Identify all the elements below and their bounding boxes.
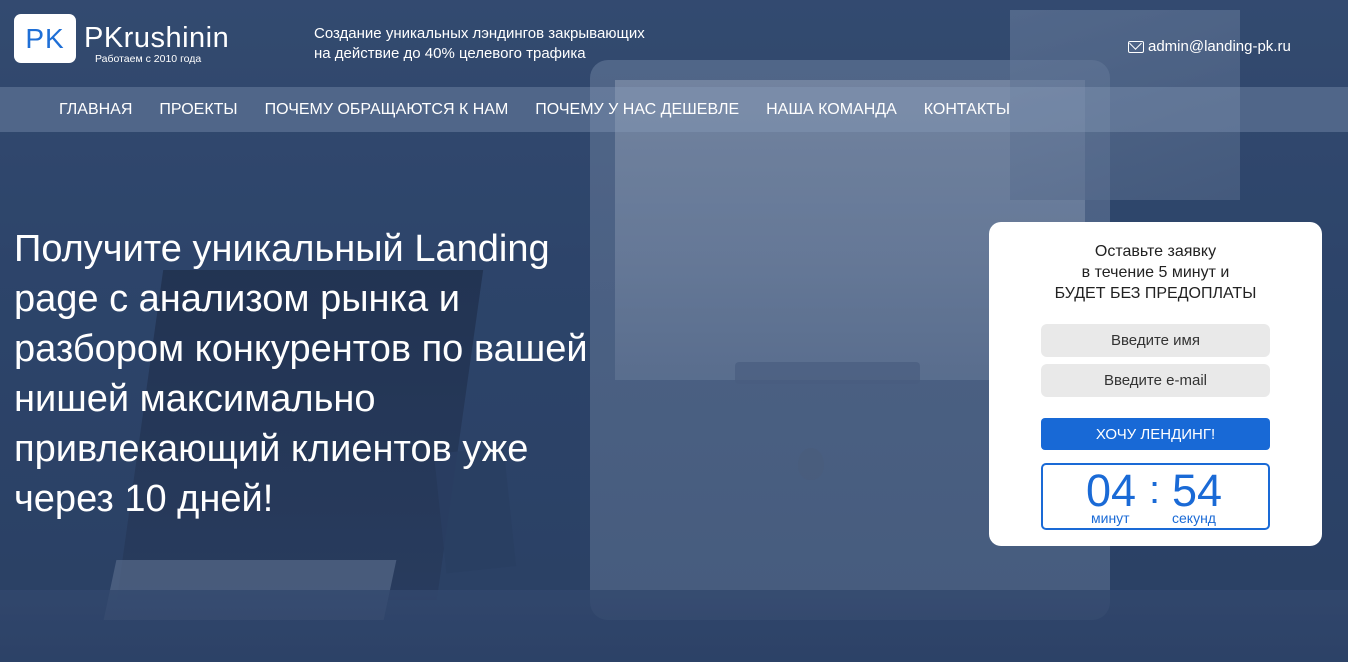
hero-line: привлекающий клиентов уже xyxy=(14,428,529,470)
submit-button[interactable]: ХОЧУ ЛЕНДИНГ! xyxy=(1041,418,1270,450)
hero-line: разбором конкурентов по вашей xyxy=(14,328,588,370)
email-input[interactable] xyxy=(1041,364,1270,397)
hero-line: нишей максимально xyxy=(14,378,376,420)
nav-item-contacts[interactable]: КОНТАКТЫ xyxy=(924,101,1010,119)
timer-separator: : xyxy=(1149,468,1161,512)
site-header: PK PKrushinin Работаем с 2010 года Созда… xyxy=(0,0,1348,88)
hero-line: через 10 дней! xyxy=(14,478,274,520)
form-title-line-3: БУДЕТ БЕЗ ПРЕДОПЛАТЫ xyxy=(1054,285,1257,302)
tagline-line-2: на действие до 40% целевого трафика xyxy=(314,45,586,62)
timer-minutes: 04 xyxy=(1086,465,1137,516)
nav-item-why-cheaper[interactable]: ПОЧЕМУ У НАС ДЕШЕВЛЕ xyxy=(535,101,739,119)
header-tagline: Создание уникальных лэндингов закрывающи… xyxy=(314,24,645,64)
hero-line: page с анализом рынка и xyxy=(14,278,460,320)
nav-item-home[interactable]: ГЛАВНАЯ xyxy=(59,101,132,119)
logo-name[interactable]: PKrushinin xyxy=(84,22,229,55)
nav-item-why-us[interactable]: ПОЧЕМУ ОБРАЩАЮТСЯ К НАМ xyxy=(265,101,509,119)
form-title: Оставьте заявку в течение 5 минут и БУДЕ… xyxy=(989,241,1322,304)
logo-mark[interactable]: PK xyxy=(14,14,76,63)
hero-headline: Получите уникальный Landing page с анали… xyxy=(14,224,694,524)
tagline-line-1: Создание уникальных лэндингов закрывающи… xyxy=(314,25,645,42)
nav-item-projects[interactable]: ПРОЕКТЫ xyxy=(159,101,237,119)
main-nav: ГЛАВНАЯ ПРОЕКТЫ ПОЧЕМУ ОБРАЩАЮТСЯ К НАМ … xyxy=(0,87,1348,132)
header-email[interactable]: admin@landing-pk.ru xyxy=(1128,38,1291,55)
nav-item-team[interactable]: НАША КОМАНДА xyxy=(766,101,897,119)
timer-seconds: 54 xyxy=(1172,465,1223,516)
countdown-timer: 04 : 54 минут секунд xyxy=(1041,463,1270,530)
form-title-line-1: Оставьте заявку xyxy=(1094,243,1217,260)
timer-minutes-label: минут xyxy=(1091,510,1130,526)
form-title-line-2: в течение 5 минут и xyxy=(1081,264,1230,281)
name-input[interactable] xyxy=(1041,324,1270,357)
envelope-icon xyxy=(1128,40,1144,53)
hero-line: Получите уникальный Landing xyxy=(14,228,550,270)
timer-seconds-label: секунд xyxy=(1172,510,1216,526)
logo-subtitle: Работаем с 2010 года xyxy=(95,53,202,65)
lead-form-card: Оставьте заявку в течение 5 минут и БУДЕ… xyxy=(989,222,1322,546)
email-text[interactable]: admin@landing-pk.ru xyxy=(1148,38,1291,55)
